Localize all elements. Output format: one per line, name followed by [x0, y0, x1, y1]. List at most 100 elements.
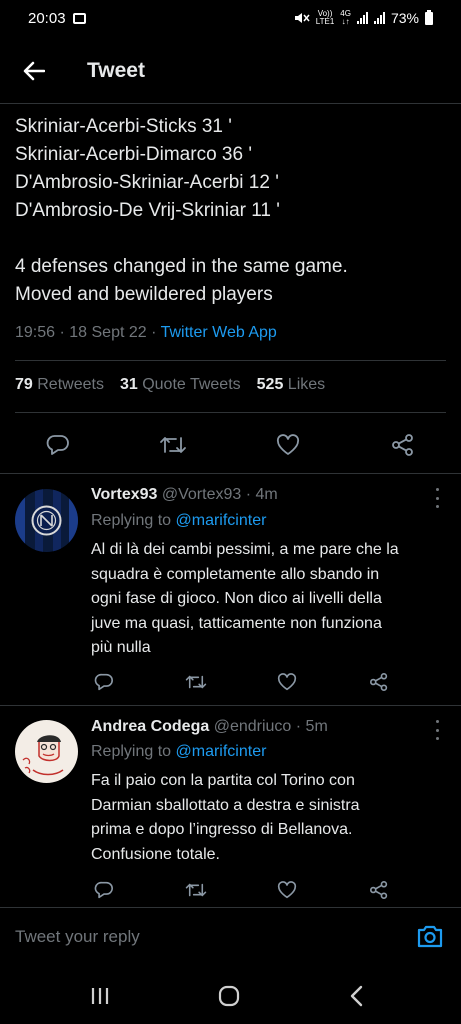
top-app-bar: Tweet [0, 40, 461, 102]
share-button[interactable] [367, 878, 391, 902]
reply-line: juve ma quasi, tatticamente non funziona [91, 614, 382, 632]
network-indicator: 4G ↓↑ [340, 10, 351, 26]
retweet-icon [185, 883, 207, 897]
reply-line: ogni fase di gioco. Non dico ai livelli … [91, 590, 382, 607]
status-time: 20:03 [28, 9, 66, 27]
reply-time: · 5m [295, 718, 328, 735]
replying-to-handle[interactable]: @marifcinter [176, 743, 267, 760]
reply-button[interactable] [44, 431, 72, 459]
avatar[interactable] [15, 489, 78, 552]
quotes-label: Quote Tweets [142, 376, 241, 393]
tweet-timestamp: 19:56 · 18 Sept 22 · [15, 324, 161, 341]
reply-line: Fa il paio con la partita col Torino con [91, 772, 355, 789]
retweets-label: Retweets [37, 376, 104, 393]
tweet-text: Skriniar-Acerbi-Sticks 31 ' Skriniar-Ace… [15, 113, 446, 309]
reply-author-name[interactable]: Vortex93 [91, 486, 157, 503]
reply-item[interactable]: Andrea Codega @endriuco · 5m Replying to… [0, 706, 461, 906]
signal-icon-2 [373, 12, 385, 24]
reply-line: prima e dopo l’ingresso di Bellanova. [91, 821, 353, 838]
recent-apps-button[interactable] [85, 982, 115, 1010]
more-options-button[interactable] [433, 720, 441, 740]
home-button[interactable] [214, 982, 244, 1010]
heart-icon [277, 881, 297, 899]
avatar[interactable] [15, 720, 78, 783]
data-arrows-icon: ↓↑ [341, 17, 350, 26]
reply-author-name[interactable]: Andrea Codega [91, 718, 209, 735]
home-icon [218, 985, 240, 1007]
replying-label: Replying to [91, 743, 176, 760]
inter-logo-avatar-icon [15, 489, 78, 552]
reply-line: Darmian sballottato a destra e sinistra [91, 796, 360, 814]
tweet-line: 4 defenses changed in the same game. [15, 256, 348, 277]
retweet-button[interactable] [159, 431, 187, 459]
tweet-meta: 19:56 · 18 Sept 22 · Twitter Web App [15, 324, 277, 342]
lte-label: LTE1 [315, 17, 335, 26]
chevron-left-icon [350, 985, 363, 1007]
more-options-button[interactable] [433, 488, 441, 508]
reply-line: Al di là dei cambi pessimi, a me pare ch… [91, 541, 399, 558]
meta-divider [15, 360, 446, 361]
retweet-icon [185, 675, 207, 689]
retweet-button[interactable] [184, 878, 208, 902]
reply-button[interactable] [92, 670, 116, 694]
replying-to: Replying to @marifcinter [91, 512, 266, 530]
tweet-line: D'Ambrosio-Skriniar-Acerbi 12 ' [15, 172, 279, 193]
status-icons: Vo)) LTE1 4G ↓↑ 73% [294, 9, 433, 26]
reply-actions [0, 878, 461, 908]
heart-icon [276, 434, 300, 455]
reply-header: Andrea Codega @endriuco · 5m [91, 718, 328, 736]
reply-icon [94, 881, 113, 899]
retweets-stat[interactable]: 79 Retweets [15, 376, 104, 394]
replying-to: Replying to @marifcinter [91, 743, 266, 761]
reply-line: Confusione totale. [91, 845, 220, 863]
gallery-notification-icon [72, 12, 86, 24]
replying-to-handle[interactable]: @marifcinter [176, 512, 267, 529]
reply-input[interactable]: Tweet your reply [15, 927, 140, 947]
tweet-line: Moved and bewildered players [15, 284, 273, 305]
volte-indicator: Vo)) LTE1 [316, 10, 335, 26]
system-nav-bar [0, 968, 461, 1024]
stats-divider [15, 412, 446, 413]
page-title: Tweet [87, 59, 145, 82]
reply-button[interactable] [92, 878, 116, 902]
back-button[interactable] [4, 41, 64, 101]
reply-time: · 4m [245, 486, 278, 503]
share-icon [370, 673, 388, 691]
tweet-line: Skriniar-Acerbi-Dimarco 36 ' [15, 144, 252, 165]
reply-text: Fa il paio con la partita col Torino con… [91, 769, 441, 867]
share-button[interactable] [367, 670, 391, 694]
reply-line: squadra è completamente allo sbando in [91, 565, 380, 583]
camera-icon [417, 925, 443, 948]
tweet-actions [0, 425, 461, 465]
share-button[interactable] [389, 431, 417, 459]
replying-label: Replying to [91, 512, 176, 529]
like-button[interactable] [275, 878, 299, 902]
reply-header: Vortex93 @Vortex93 · 4m [91, 486, 278, 504]
reply-icon [94, 673, 113, 691]
like-button[interactable] [275, 670, 299, 694]
header-divider [0, 103, 461, 104]
reply-composer[interactable]: Tweet your reply [0, 910, 461, 964]
reply-actions [0, 670, 461, 700]
reply-author-handle: @Vortex93 [161, 486, 242, 503]
composer-divider [0, 907, 461, 908]
status-bar: 20:03 Vo)) LTE1 4G ↓↑ 73% [0, 0, 461, 36]
reply-icon [46, 435, 69, 455]
quotes-stat[interactable]: 31 Quote Tweets [120, 376, 241, 394]
tweet-source-link[interactable]: Twitter Web App [161, 324, 277, 341]
share-icon [370, 881, 388, 899]
retweet-button[interactable] [184, 670, 208, 694]
reply-text: Al di là dei cambi pessimi, a me pare ch… [91, 538, 441, 661]
like-button[interactable] [274, 431, 302, 459]
likes-label: Likes [287, 376, 326, 393]
reply-author-handle: @endriuco [213, 718, 292, 735]
reply-line: più nulla [91, 639, 151, 656]
system-back-button[interactable] [342, 982, 372, 1010]
quotes-count: 31 [119, 376, 138, 393]
mute-icon [294, 13, 310, 23]
reply-item[interactable]: Vortex93 @Vortex93 · 4m Replying to @mar… [0, 474, 461, 704]
likes-stat[interactable]: 525 Likes [257, 376, 326, 394]
camera-button[interactable] [416, 923, 444, 949]
retweets-count: 79 [15, 376, 33, 393]
battery-icon [425, 9, 433, 25]
